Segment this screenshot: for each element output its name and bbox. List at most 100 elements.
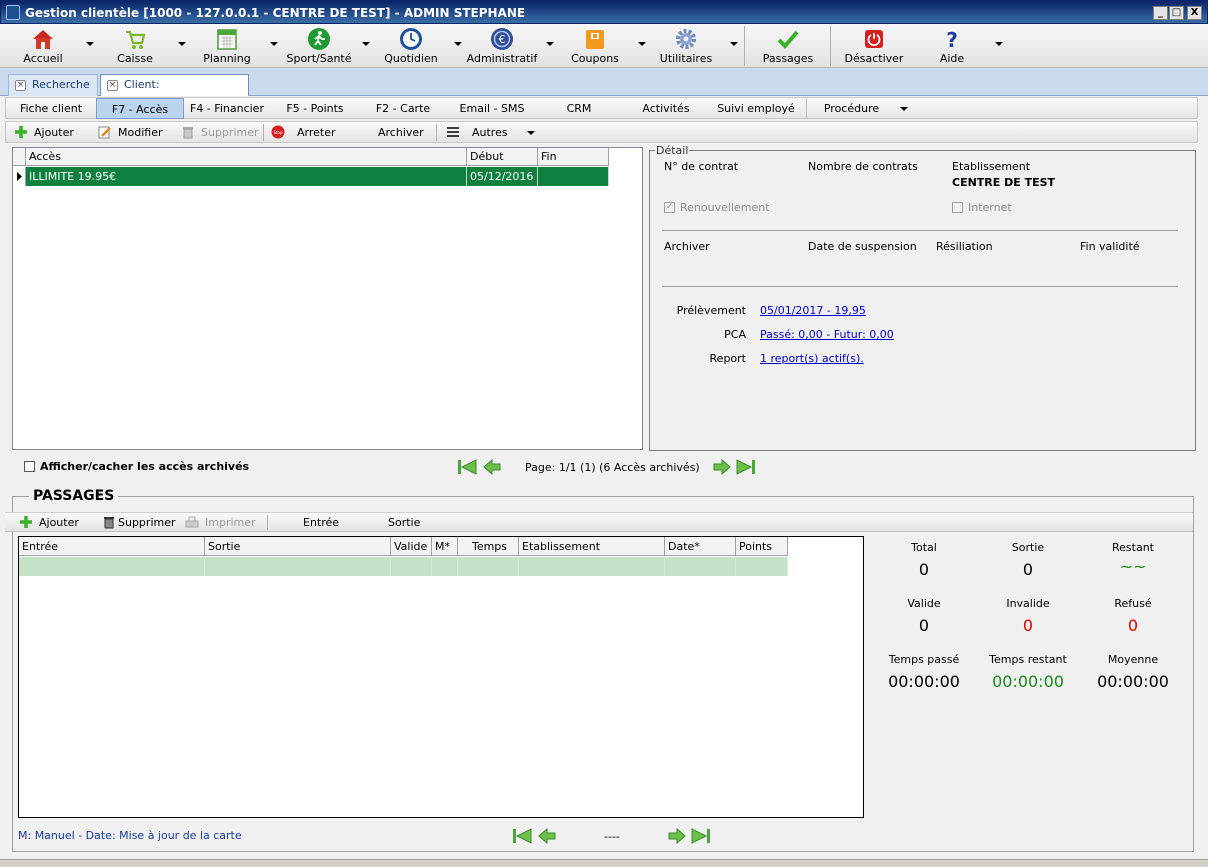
minimize-button[interactable]: _	[1153, 6, 1168, 20]
toolbar-desactiver-button[interactable]: Désactiver	[838, 24, 910, 68]
archived-toggle[interactable]: Afficher/cacher les accès archivés	[24, 460, 249, 473]
title-bar: Gestion clientèle [1000 - 127.0.0.1 - CE…	[0, 0, 1208, 24]
next-page-icon[interactable]	[667, 828, 687, 844]
tab-email-sms[interactable]: Email - SMS	[452, 98, 532, 119]
close-tab-icon[interactable]: ×	[15, 79, 26, 91]
report-link[interactable]: 1 report(s) actif(s).	[760, 352, 864, 365]
toolbar-accueil-button[interactable]: Accueil	[8, 24, 78, 68]
time-spent-value: 00:00:00	[888, 672, 960, 691]
exit-button[interactable]: Sortie	[388, 512, 420, 533]
refused-value: 0	[1127, 616, 1139, 635]
close-tab-icon[interactable]: ×	[107, 79, 118, 91]
previous-page-icon[interactable]	[537, 828, 557, 844]
tab-suivi-employe[interactable]: Suivi employé	[712, 98, 800, 119]
table-row[interactable]	[19, 557, 788, 576]
others-menu-button[interactable]: Autres	[446, 122, 508, 143]
maximize-button[interactable]: □	[1169, 6, 1184, 20]
aide-dropdown-arrow[interactable]	[995, 42, 1003, 46]
tab-acces[interactable]: F7 - Accès	[96, 98, 184, 119]
pca-link[interactable]: Passé: 0,00 - Futur: 0,00	[760, 328, 894, 341]
table-row[interactable]: ILLIMITE 19.95€ 05/12/2016	[13, 167, 609, 186]
first-page-icon[interactable]	[457, 459, 477, 475]
caisse-dropdown-arrow[interactable]	[178, 42, 186, 46]
tab-activites[interactable]: Activités	[632, 98, 700, 119]
add-access-button[interactable]: Ajouter	[14, 122, 74, 143]
previous-page-icon[interactable]	[482, 459, 502, 475]
column-header-entree[interactable]: Entrée	[19, 537, 205, 556]
column-header-points[interactable]: Points	[736, 537, 788, 556]
svg-text:€: €	[499, 33, 506, 46]
tab-points[interactable]: F5 - Points	[278, 98, 352, 119]
toolbar-caisse-button[interactable]: Caisse	[100, 24, 170, 68]
archive-access-button[interactable]: Archiver	[378, 122, 424, 143]
tab-client[interactable]: ×Client: VIDALJACQUES	[100, 74, 249, 111]
tab-recherche[interactable]: × Recherche	[8, 74, 98, 96]
last-page-icon[interactable]	[691, 828, 711, 844]
toolbar-quotidien-button[interactable]: Quotidien	[376, 24, 446, 68]
debit-link[interactable]: 05/01/2017 - 19,95	[760, 304, 866, 317]
section-tab-bar: Fiche client F7 - Accès F4 - Financier F…	[5, 97, 1198, 119]
sport-dropdown-arrow[interactable]	[362, 42, 370, 46]
toolbar-planning-button[interactable]: Planning	[192, 24, 262, 68]
delete-passage-button[interactable]: Supprimer	[102, 512, 176, 533]
entry-button[interactable]: Entrée	[303, 512, 339, 533]
utilitaires-dropdown-arrow[interactable]	[730, 42, 738, 46]
renewal-checkbox[interactable]: ✓ Renouvellement	[664, 201, 770, 214]
add-passage-button[interactable]: Ajouter	[19, 512, 79, 533]
stop-access-button[interactable]: Stop Arreter	[271, 122, 336, 143]
coupons-dropdown-arrow[interactable]	[638, 42, 646, 46]
row-pointer-icon	[17, 172, 22, 181]
toolbar-passages-label: Passages	[762, 52, 814, 65]
column-header-etablissement[interactable]: Etablissement	[519, 537, 665, 556]
planning-dropdown-arrow[interactable]	[270, 42, 278, 46]
accueil-dropdown-arrow[interactable]	[86, 42, 94, 46]
toolbar-administratif-button[interactable]: € Administratif	[462, 24, 542, 68]
edit-access-button[interactable]: Modifier	[98, 122, 162, 143]
renewal-label: Renouvellement	[680, 201, 770, 214]
toolbar-utilitaires-button[interactable]: Utilitaires	[650, 24, 722, 68]
detail-panel: Détail N° de contrat Nombre de contrats …	[649, 144, 1196, 451]
close-button[interactable]: X	[1187, 6, 1202, 20]
toolbar-coupons-label: Coupons	[571, 52, 619, 65]
tab-procedure[interactable]: Procédure	[806, 98, 896, 119]
column-header-manuel[interactable]: M*	[432, 537, 458, 556]
main-toolbar: Accueil Caisse Planning Sport/Santé Quot…	[0, 24, 1208, 68]
last-page-icon[interactable]	[736, 459, 756, 475]
administratif-dropdown-arrow[interactable]	[546, 42, 554, 46]
coupon-icon	[586, 30, 604, 49]
euro-icon: €	[491, 28, 513, 50]
tab-fiche-client[interactable]: Fiche client	[8, 98, 94, 119]
tab-crm[interactable]: CRM	[546, 98, 612, 119]
print-passage-button[interactable]: Imprimer	[185, 512, 256, 533]
first-page-icon[interactable]	[512, 828, 532, 844]
next-page-icon[interactable]	[712, 459, 732, 475]
toolbar-passages-button[interactable]: Passages	[752, 24, 824, 68]
menu-icon	[447, 127, 459, 137]
column-header-temps[interactable]: Temps	[458, 537, 519, 556]
access-grid: Accès Début Fin ILLIMITE 19.95€ 05/12/20…	[12, 147, 643, 450]
valid-label: Valide	[907, 597, 941, 610]
procedure-dropdown-arrow[interactable]	[900, 107, 908, 111]
column-header-date[interactable]: Date*	[665, 537, 736, 556]
tab-financier[interactable]: F4 - Financier	[186, 98, 268, 119]
toolbar-sport-button[interactable]: Sport/Santé	[282, 24, 356, 68]
column-header-fin[interactable]: Fin	[538, 148, 609, 166]
others-dropdown-arrow[interactable]	[527, 131, 535, 135]
tab-carte[interactable]: F2 - Carte	[368, 98, 438, 119]
quotidien-dropdown-arrow[interactable]	[454, 42, 462, 46]
delete-passage-label: Supprimer	[118, 516, 176, 529]
column-header-valide[interactable]: Valide	[391, 537, 432, 556]
pca-label: PCA	[724, 328, 746, 341]
delete-access-button[interactable]: Supprimer	[181, 122, 259, 143]
plus-icon	[20, 516, 32, 528]
cell	[519, 557, 665, 576]
toolbar-coupons-button[interactable]: Coupons	[560, 24, 630, 68]
internet-checkbox[interactable]: Internet	[952, 201, 1012, 214]
app-icon	[6, 5, 20, 20]
column-header-sortie[interactable]: Sortie	[205, 537, 391, 556]
toolbar-aide-button[interactable]: ? Aide	[918, 24, 986, 68]
document-tab-strip: × Recherche ×Client: VIDALJACQUES	[0, 68, 1208, 111]
column-header-acces[interactable]: Accès	[26, 148, 467, 166]
column-header-debut[interactable]: Début	[467, 148, 538, 166]
runner-icon	[308, 28, 330, 50]
